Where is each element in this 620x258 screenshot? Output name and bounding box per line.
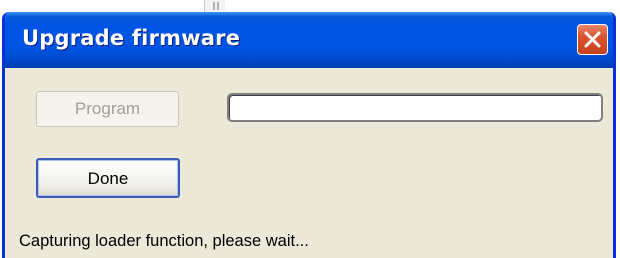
close-icon — [584, 31, 601, 48]
title-bar[interactable]: Upgrade firmware — [5, 12, 613, 68]
background-window-fragment — [0, 0, 620, 12]
program-button[interactable]: Program — [36, 91, 179, 127]
background-control — [204, 0, 225, 12]
upgrade-firmware-dialog: Upgrade firmware Program Done Capturing … — [2, 12, 616, 258]
dialog-client-area: Program Done Capturing loader function, … — [5, 68, 613, 258]
status-message: Capturing loader function, please wait..… — [19, 232, 309, 250]
close-button[interactable] — [577, 24, 608, 55]
window-title: Upgrade firmware — [22, 26, 241, 50]
upload-progress-bar — [227, 93, 603, 122]
done-button[interactable]: Done — [36, 158, 180, 198]
